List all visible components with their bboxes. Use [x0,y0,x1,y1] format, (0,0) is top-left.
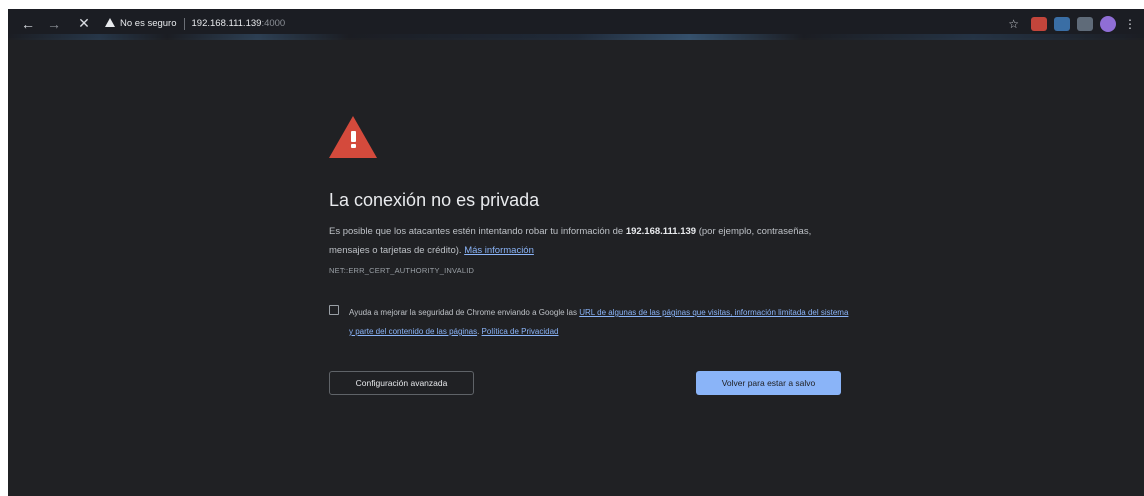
browser-menu-icon[interactable]: ⋮ [1124,17,1136,31]
toolbar-actions: ☆ ⋮ [1008,15,1136,32]
page-title: La conexión no es privada [329,190,540,210]
exclamation-mark-icon [350,131,356,149]
optin-text: Ayuda a mejorar la seguridad de Chrome e… [349,308,580,317]
advanced-button[interactable]: Configuración avanzada [329,371,474,395]
toolbar-decoration [8,34,1144,40]
more-info-link[interactable]: Más información [464,245,534,256]
forward-arrow-icon[interactable]: → [43,13,65,35]
bookmark-star-icon[interactable]: ☆ [1008,17,1019,31]
privacy-policy-link[interactable]: Política de Privacidad [482,327,559,336]
browser-toolbar: ← → ✕ No es seguro 192.168.111.139:4000 … [8,9,1144,40]
target-host: 192.168.111.139 [625,226,697,237]
description-text: Es posible que los atacantes estén inten… [329,226,626,237]
stop-loading-icon[interactable]: ✕ [73,13,95,35]
error-code: NET::ERR_CERT_AUTHORITY_INVALID [329,266,475,275]
warning-triangle-icon [105,18,115,27]
back-to-safety-button[interactable]: Volver para estar a salvo [696,371,841,395]
warning-description: Es posible que los atacantes estén inten… [329,222,849,260]
security-label: No es seguro [120,18,177,29]
safe-browsing-optin: Ayuda a mejorar la seguridad de Chrome e… [329,303,849,341]
address-bar-host[interactable]: 192.168.111.139 [192,18,262,29]
profile-avatar[interactable] [1100,15,1116,32]
security-chip[interactable]: No es seguro [105,18,177,29]
optin-label: Ayuda a mejorar la seguridad de Chrome e… [349,303,849,341]
extensions-puzzle-icon[interactable] [1077,16,1093,31]
optin-checkbox[interactable] [329,305,339,315]
browser-window: ← → ✕ No es seguro 192.168.111.139:4000 … [8,9,1144,496]
back-arrow-icon[interactable]: ← [17,13,39,35]
extension-icon[interactable] [1054,16,1070,31]
address-bar-port[interactable]: :4000 [261,18,285,29]
url-separator [183,17,185,30]
extension-icon[interactable] [1031,16,1047,31]
